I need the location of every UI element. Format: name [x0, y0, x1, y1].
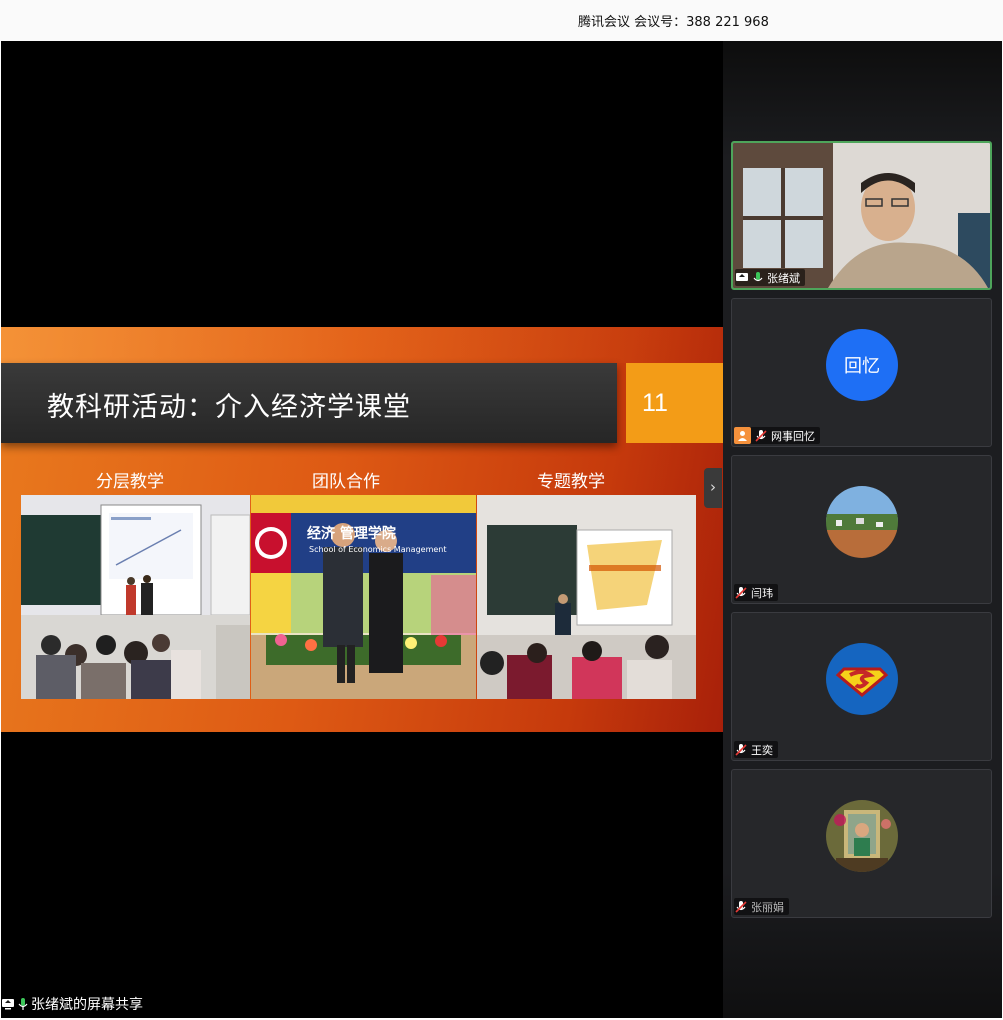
- avatar: [826, 486, 898, 558]
- participant-tile-video[interactable]: 张绪斌: [731, 141, 992, 290]
- screen-share-label: 张绪斌的屏幕共享: [31, 997, 143, 1013]
- user-icon: [734, 427, 751, 444]
- caption-topic-teaching: 专题教学: [537, 472, 605, 492]
- screen-share-indicator: 张绪斌的屏幕共享: [1, 992, 143, 1016]
- mic-muted-icon: [735, 586, 747, 599]
- screen-share-icon: [2, 999, 14, 1010]
- mic-icon: [18, 998, 28, 1010]
- participant-tile[interactable]: 回忆 网事回忆: [731, 298, 992, 447]
- caption-layered-teaching: 分层教学: [96, 472, 164, 492]
- banner-subtext: School of Economics Management: [309, 545, 447, 554]
- slide-title-box: 教科研活动：介入经济学课堂: [1, 363, 617, 443]
- next-slide-button[interactable]: ›: [704, 468, 722, 508]
- slide-number: 11: [642, 389, 668, 417]
- superman-logo-icon: [835, 667, 889, 697]
- participant-tile[interactable]: 张丽娟: [731, 769, 992, 918]
- participant-tile[interactable]: 王奕: [731, 612, 992, 761]
- mic-muted-icon: [735, 900, 747, 913]
- participant-name: 张丽娟: [751, 900, 784, 914]
- slide-title: 教科研活动：介入经济学课堂: [47, 392, 411, 423]
- group-photo: 经济 管理学院 School of Economics Management: [251, 495, 476, 699]
- banner-text: 经济 管理学院: [307, 526, 396, 542]
- participant-name-row: 张丽娟: [734, 898, 789, 915]
- shared-screen[interactable]: 教科研活动：介入经济学课堂 11 分层教学 团队合作 专题教学 经济 管理学院 …: [1, 41, 723, 1018]
- participant-name-row: 王奕: [734, 741, 778, 758]
- avatar: [826, 643, 898, 715]
- screen-share-icon: [736, 272, 748, 281]
- chevron-right-icon: ›: [710, 478, 716, 496]
- classroom-photo-2: [477, 495, 696, 699]
- avatar: 回忆: [826, 329, 898, 401]
- participant-name-row: 网事回忆: [734, 427, 820, 444]
- slide-number-box: 11: [626, 363, 723, 443]
- title-bar: 腾讯会议 会议号：388 221 968: [0, 0, 1003, 41]
- participant-name: 张绪斌: [767, 271, 800, 285]
- participant-name-row: 张绪斌: [735, 269, 805, 286]
- mic-icon: [753, 271, 763, 281]
- participant-tile[interactable]: 闫玮: [731, 455, 992, 604]
- meeting-title: 腾讯会议 会议号：388 221 968: [578, 15, 769, 30]
- participant-name-row: 闫玮: [734, 584, 778, 601]
- video-feed: [733, 143, 990, 288]
- participant-name: 网事回忆: [771, 429, 815, 443]
- avatar: [826, 800, 898, 872]
- caption-teamwork: 团队合作: [312, 472, 380, 492]
- presentation-slide: 教科研活动：介入经济学课堂 11 分层教学 团队合作 专题教学 经济 管理学院 …: [1, 327, 723, 732]
- avatar-text: 回忆: [844, 356, 880, 377]
- participant-name: 闫玮: [751, 586, 773, 600]
- participant-name: 王奕: [751, 743, 773, 757]
- mic-muted-icon: [735, 743, 747, 756]
- mic-muted-icon: [755, 429, 767, 442]
- classroom-photo-1: [21, 495, 250, 699]
